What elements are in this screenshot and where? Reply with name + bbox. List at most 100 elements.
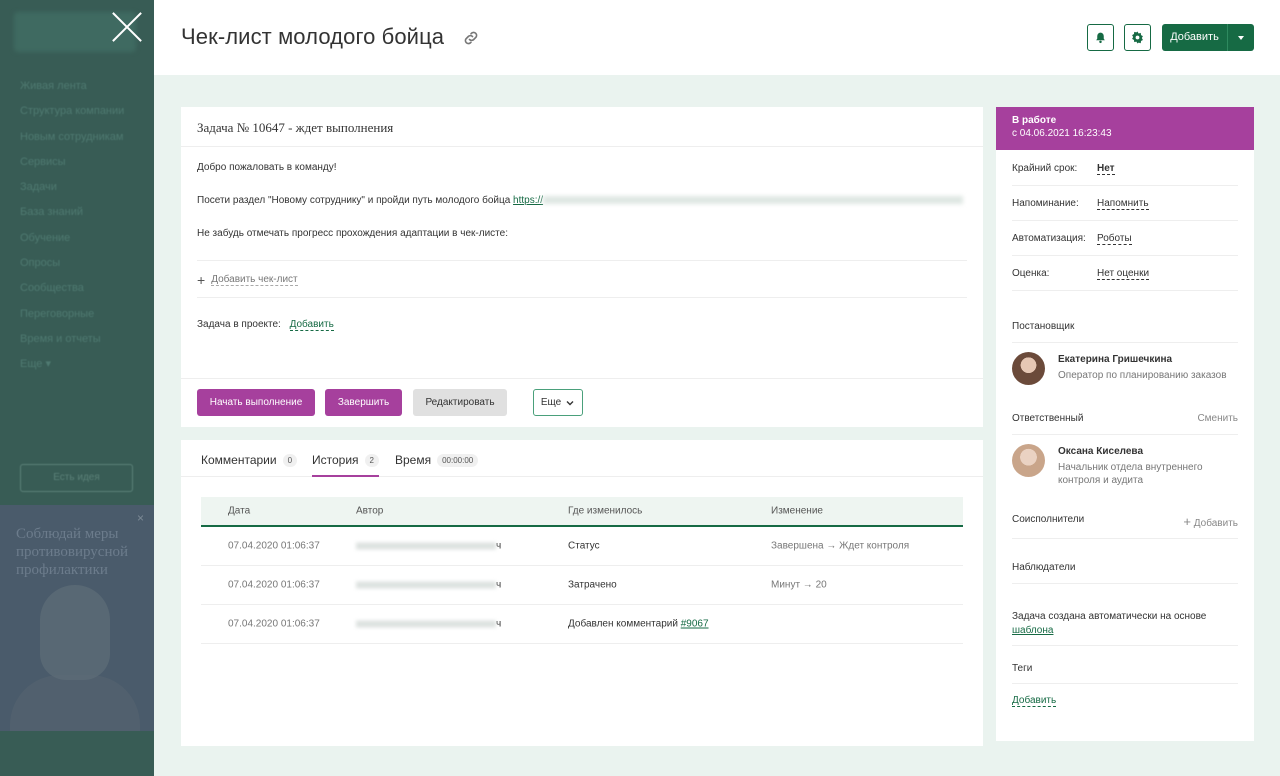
prop-key: Напоминание:	[1012, 198, 1079, 209]
promo-banner[interactable]: × Соблюдай меры противовирусной профилак…	[0, 505, 154, 731]
responsible-person[interactable]: Оксана Киселева Начальник отдела внутрен…	[1012, 444, 1238, 490]
sidebar-item[interactable]: Структура компании	[20, 103, 124, 128]
prop-deadline: Крайний срок: Нет	[1012, 151, 1238, 186]
task-description: Добро пожаловать в команду! Посети разде…	[181, 147, 983, 241]
sidebar-item[interactable]: Переговорные	[20, 306, 124, 331]
tab-badge: 2	[364, 453, 379, 467]
plus-icon: +	[1183, 514, 1192, 529]
bell-button[interactable]	[1087, 24, 1114, 51]
promo-image-face	[40, 585, 110, 680]
avatar	[1012, 352, 1045, 385]
tags-section: Теги	[1012, 663, 1238, 684]
sidebar-item[interactable]: Обучение	[20, 230, 124, 255]
comment-link[interactable]: #9067	[681, 619, 709, 630]
tab-history[interactable]: История 2	[312, 453, 379, 477]
table-header: Дата Автор Где изменилось Изменение	[201, 497, 963, 527]
sidebar-item[interactable]: Новым сотрудникам	[20, 129, 124, 154]
where-cell: Статус	[568, 540, 600, 552]
finish-button[interactable]: Завершить	[325, 389, 402, 416]
chevron-down-icon[interactable]	[1227, 24, 1254, 51]
creator-person[interactable]: Екатерина Гришечкина Оператор по планиро…	[1012, 352, 1238, 398]
link-icon[interactable]	[462, 29, 480, 47]
prop-reminder: Напоминание: Напомнить	[1012, 186, 1238, 221]
creator-section: Постановщик	[1012, 321, 1238, 343]
person-role: Начальник отдела внутреннего контроля и …	[1058, 462, 1203, 486]
column-header: Изменение	[771, 505, 823, 517]
start-button[interactable]: Начать выполнение	[197, 389, 315, 416]
where-cell: Затрачено	[568, 579, 617, 591]
auto-note: Задача создана автоматически на основе ш…	[1012, 610, 1238, 646]
blurred-url	[543, 196, 964, 205]
sidebar-item[interactable]: База знаний	[20, 204, 124, 229]
change-responsible-link[interactable]: Сменить	[1197, 413, 1238, 424]
coexecutors-section: Соисполнители + Добавить	[1012, 514, 1238, 539]
prop-key: Крайний срок:	[1012, 163, 1078, 174]
tab-time[interactable]: Время 00:00:00	[395, 453, 479, 467]
add-button-label: Добавить	[1170, 31, 1219, 43]
idea-button[interactable]: Есть идея	[20, 464, 133, 492]
prop-value[interactable]: Нет	[1097, 163, 1115, 175]
add-coexecutor-button[interactable]: + Добавить	[1183, 514, 1238, 529]
status-bar: В работе с 04.06.2021 16:23:43	[996, 107, 1254, 150]
author-tail: ч	[496, 540, 502, 552]
table-row: 07.04.2020 01:06:37 ч Добавлен комментар…	[201, 605, 963, 644]
prop-value[interactable]: Нет оценки	[1097, 268, 1150, 280]
add-checklist-label: Добавить чек-лист	[211, 274, 298, 286]
promo-image-body	[10, 675, 140, 731]
add-tag-link[interactable]: Добавить	[1012, 695, 1057, 707]
sidebar-item[interactable]: Опросы	[20, 255, 124, 280]
author-cell: ч	[356, 541, 501, 552]
author-tail: ч	[496, 579, 502, 591]
person-role: Оператор по планированию заказов	[1058, 370, 1227, 381]
desc-line: Не забудь отмечать прогресс прохождения …	[197, 228, 508, 239]
prop-key: Оценка:	[1012, 268, 1050, 279]
auto-note-text: Задача создана автоматически на основе	[1012, 611, 1207, 622]
prop-value[interactable]: Напомнить	[1097, 198, 1149, 210]
settings-button[interactable]	[1124, 24, 1151, 51]
add-checklist-button[interactable]: + Добавить чек-лист	[197, 272, 298, 288]
sidebar-item[interactable]: Сервисы	[20, 154, 124, 179]
history-table: Дата Автор Где изменилось Изменение 07.0…	[201, 497, 963, 644]
tags-add-row: Добавить	[1012, 695, 1238, 707]
sidebar-menu: Живая лента Структура компании Новым сот…	[20, 78, 124, 382]
project-label: Задача в проекте:	[197, 319, 281, 330]
creator-label: Постановщик	[1012, 321, 1075, 332]
tab-label: Комментарии	[201, 453, 277, 467]
add-button[interactable]: Добавить	[1162, 24, 1254, 51]
person-name: Оксана Киселева	[1058, 446, 1144, 457]
responsible-label: Ответственный	[1012, 413, 1084, 424]
more-button[interactable]: Еще	[533, 389, 583, 416]
more-label: Еще	[540, 397, 562, 408]
template-link[interactable]: шаблона	[1012, 625, 1053, 636]
coexecutors-label: Соисполнители	[1012, 514, 1085, 525]
status-since: с 04.06.2021 16:23:43	[1012, 128, 1112, 139]
tab-badge: 00:00:00	[437, 453, 479, 467]
date-cell: 07.04.2020 01:06:37	[228, 540, 320, 552]
status-label: В работе	[1012, 115, 1057, 126]
sidebar-item[interactable]: Задачи	[20, 179, 124, 204]
close-icon[interactable]	[110, 10, 144, 44]
sidebar-item[interactable]: Еще ▾	[20, 356, 124, 381]
blurred-author	[356, 581, 496, 589]
date-cell: 07.04.2020 01:06:37	[228, 579, 320, 591]
tab-comments[interactable]: Комментарии 0	[201, 453, 298, 467]
responsible-section: Ответственный Сменить	[1012, 413, 1238, 435]
change-cell: Минут → 20	[771, 579, 827, 591]
task-card: Задача № 10647 - ждет выполнения Добро п…	[181, 107, 983, 427]
sidebar-item[interactable]: Сообщества	[20, 280, 124, 305]
sidebar-item[interactable]: Время и отчеты	[20, 331, 124, 356]
desc-text: Посети раздел "Новому сотруднику" и прой…	[197, 195, 514, 206]
promo-close-icon[interactable]: ×	[137, 511, 144, 525]
prop-value[interactable]: Роботы	[1097, 233, 1132, 245]
author-tail: ч	[496, 618, 502, 630]
history-tabs: Комментарии 0 История 2 Время 00:00:00	[181, 440, 983, 477]
edit-button[interactable]: Редактировать	[413, 389, 507, 416]
author-cell: ч	[356, 619, 501, 630]
desc-link[interactable]: https://	[513, 195, 543, 206]
task-actions: Начать выполнение Завершить Редактироват…	[181, 378, 983, 427]
sidebar-item[interactable]: Живая лента	[20, 78, 124, 103]
blurred-author	[356, 542, 496, 550]
left-sidebar: Живая лента Структура компании Новым сот…	[0, 0, 154, 776]
divider	[197, 260, 967, 261]
project-add-link[interactable]: Добавить	[289, 319, 334, 331]
